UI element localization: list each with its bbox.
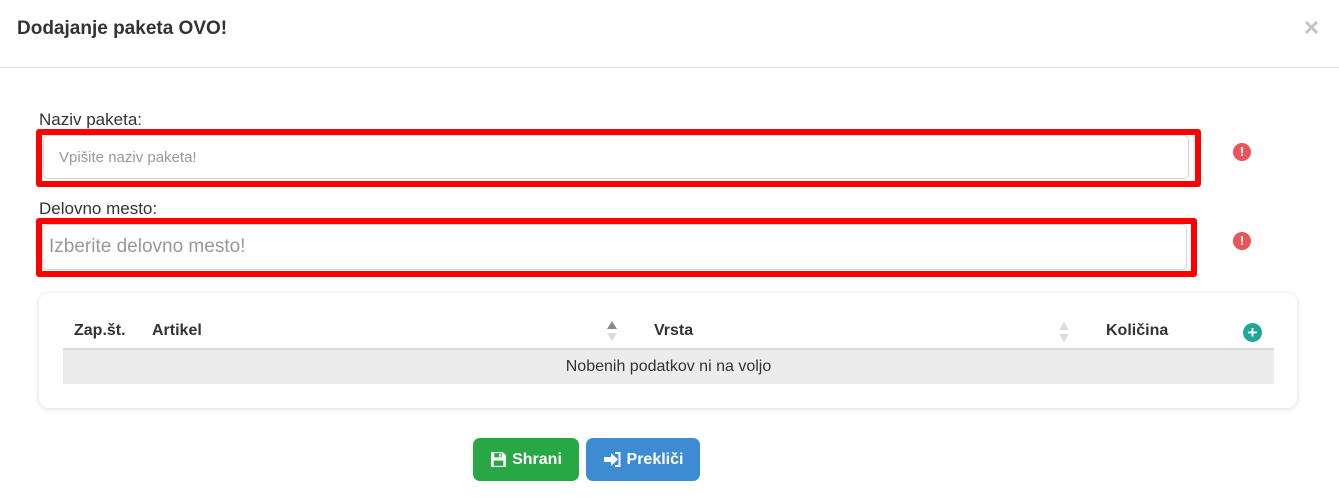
sort-down-icon — [607, 333, 617, 341]
package-name-label: Naziv paketa: — [39, 110, 142, 129]
sort-down-icon — [1059, 334, 1069, 342]
workplace-label: Delovno mesto: — [39, 199, 158, 218]
column-header-vrsta[interactable]: Vrsta — [654, 322, 693, 340]
floppy-disk-icon — [491, 452, 507, 467]
plus-circle-icon[interactable]: + — [1243, 323, 1262, 342]
table-empty-row: Nobenih podatkov ni na voljo — [63, 350, 1274, 384]
save-button[interactable]: Shrani — [473, 438, 579, 481]
sort-icon[interactable] — [606, 321, 618, 343]
dialog-title: Dodajanje paketa OVO! — [17, 18, 228, 39]
sort-up-icon — [607, 321, 617, 329]
column-header-artikel[interactable]: Artikel — [152, 322, 202, 340]
workplace-select[interactable] — [42, 224, 1187, 270]
sign-out-icon — [603, 452, 621, 467]
cancel-label: Prekliči — [626, 450, 684, 468]
modal-header: Dodajanje paketa OVO! × — [0, 0, 1339, 68]
sort-up-icon — [1059, 322, 1069, 330]
column-header-zap-st[interactable]: Zap.št. — [74, 322, 126, 340]
save-label: Shrani — [512, 450, 562, 468]
close-icon[interactable]: × — [1304, 14, 1319, 40]
column-header-kolicina[interactable]: Količina — [1106, 322, 1168, 340]
exclamation-circle-icon: ! — [1233, 232, 1251, 250]
cancel-button[interactable]: Prekliči — [586, 438, 700, 481]
sort-icon[interactable] — [1058, 322, 1070, 344]
package-name-input[interactable] — [43, 135, 1189, 179]
exclamation-circle-icon: ! — [1233, 143, 1251, 161]
